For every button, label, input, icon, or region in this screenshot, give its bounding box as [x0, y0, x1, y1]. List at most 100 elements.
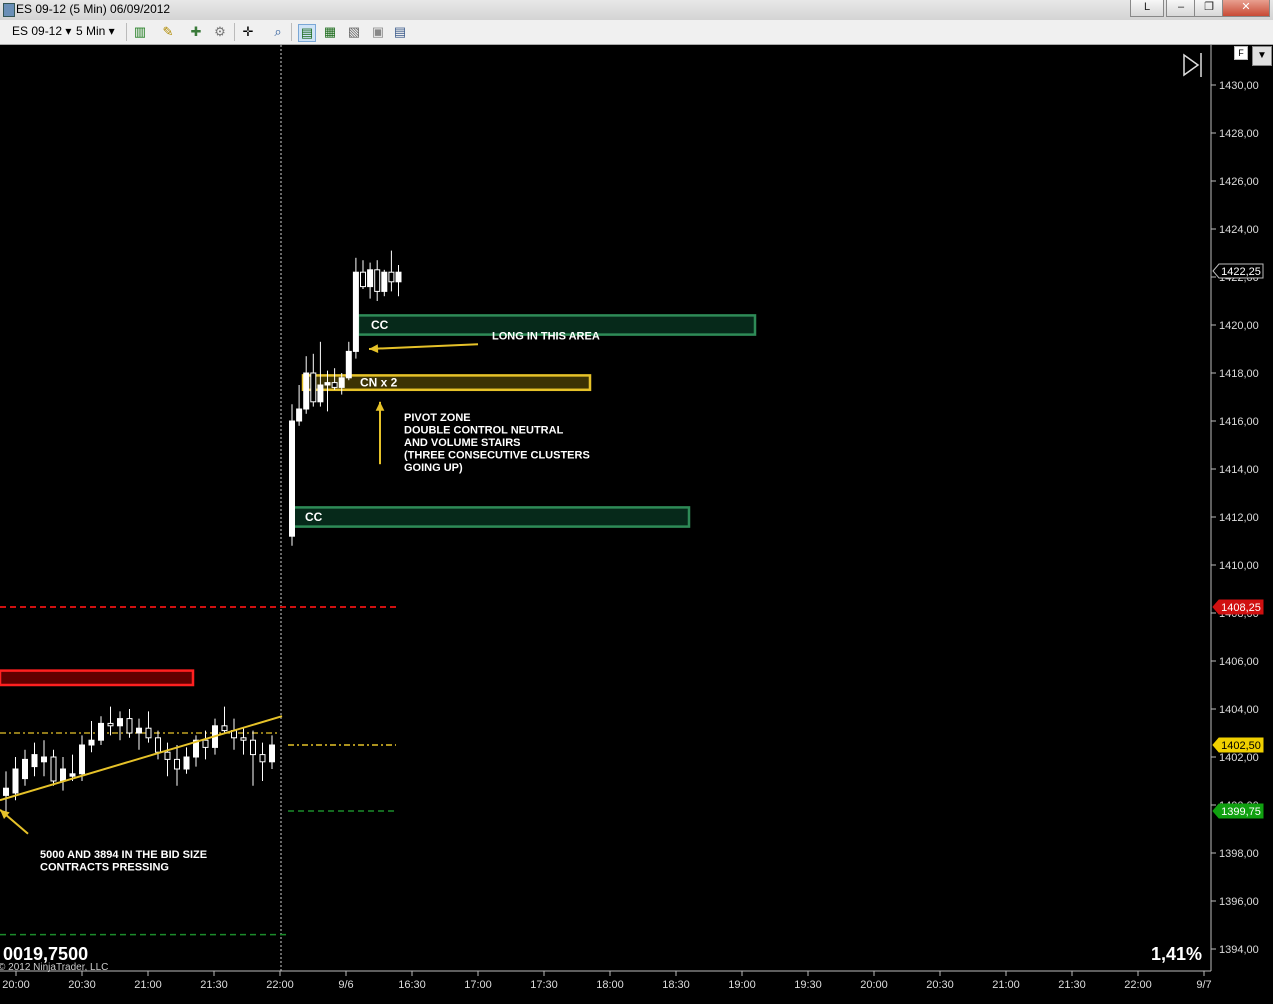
- footer-right-value: 1,41%: [1151, 944, 1202, 964]
- order-panel-icon[interactable]: ▤: [298, 24, 316, 42]
- interval-label: 5 Min: [76, 24, 106, 38]
- chevron-down-icon[interactable]: ▼: [1252, 46, 1272, 66]
- candle-body: [324, 382, 331, 386]
- crosshair-icon[interactable]: ✛: [240, 24, 256, 40]
- x-tick-label: 18:30: [662, 979, 690, 991]
- x-tick-label: 17:00: [464, 979, 492, 991]
- x-tick-label: 20:00: [2, 979, 30, 991]
- minimize-button[interactable]: –: [1166, 0, 1196, 17]
- candle-body: [310, 372, 317, 403]
- candle-body: [88, 739, 95, 746]
- candle-body: [240, 737, 247, 741]
- candle-body: [338, 377, 345, 388]
- instrument-label: ES 09-12: [12, 24, 63, 38]
- annotation-text: DOUBLE CONTROL NEUTRAL: [404, 425, 564, 437]
- footer-left-value: 0019,7500: [3, 944, 88, 964]
- y-tick-label: 1394,00: [1219, 944, 1259, 956]
- strategy-icon[interactable]: ⚙: [212, 24, 228, 40]
- chart-canvas: 1430,001428,001426,001424,001422,001420,…: [0, 45, 1273, 999]
- candle-body: [259, 754, 266, 763]
- x-tick-label: 16:30: [398, 979, 426, 991]
- annotation-text: 5000 AND 3894 IN THE BID SIZE: [40, 849, 207, 861]
- y-tick-label: 1416,00: [1219, 416, 1259, 428]
- interval-selector[interactable]: 5 Min ▾: [76, 24, 115, 38]
- window-title: ES 09-12 (5 Min) 06/09/2012: [16, 2, 171, 16]
- candle-body: [117, 718, 123, 727]
- candle-body: [12, 768, 19, 794]
- candle-body: [174, 758, 180, 770]
- candle-body: [98, 722, 104, 741]
- toolbar-separator: [291, 23, 292, 41]
- y-tick-label: 1398,00: [1219, 848, 1259, 860]
- y-tick-label: 1414,00: [1219, 464, 1259, 476]
- candle-body: [3, 787, 9, 796]
- restore-button[interactable]: ❐: [1194, 0, 1224, 17]
- price-marker-label: 1402,50: [1221, 740, 1261, 752]
- templates-icon[interactable]: ▤: [392, 24, 408, 40]
- candle-body: [126, 718, 133, 734]
- candle-body: [296, 408, 303, 422]
- x-tick-label: 20:30: [68, 979, 96, 991]
- candle-body: [303, 372, 310, 410]
- x-tick-label: 21:00: [134, 979, 162, 991]
- x-tick-label: 20:30: [926, 979, 954, 991]
- candle-body: [22, 758, 28, 780]
- zoom-icon[interactable]: ⌕: [270, 24, 286, 40]
- x-tick-label: 20:00: [860, 979, 888, 991]
- candle-body: [360, 271, 366, 288]
- candle-body: [50, 756, 57, 782]
- annotation-text: AND VOLUME STAIRS: [404, 437, 521, 449]
- candle-body: [395, 271, 402, 283]
- candle-body: [155, 737, 161, 753]
- data-box-icon[interactable]: ▧: [346, 24, 362, 40]
- y-tick-label: 1426,00: [1219, 176, 1259, 188]
- link-button[interactable]: L: [1130, 0, 1164, 17]
- x-tick-label: 22:00: [1124, 979, 1152, 991]
- x-tick-label: 22:00: [266, 979, 294, 991]
- candle-body: [31, 754, 38, 768]
- candle-body: [145, 727, 152, 739]
- x-tick-label: 18:00: [596, 979, 624, 991]
- chart-toolbar: ES 09-12 ▾ 5 Min ▾ ▥ ✎ ✚ ⚙ ✛ ⌕ ▤ ▦ ▧ ▣ ▤: [0, 20, 1273, 45]
- candle-body: [202, 739, 209, 748]
- close-button[interactable]: ✕: [1222, 0, 1270, 17]
- candle-body: [69, 773, 76, 777]
- drawing-tool-icon[interactable]: ✎: [160, 24, 176, 40]
- annotation-text: CONTRACTS PRESSING: [40, 861, 169, 873]
- add-indicator-icon[interactable]: ✚: [188, 24, 204, 40]
- bar-style-icon[interactable]: ▥: [132, 24, 148, 40]
- y-tick-label: 1402,00: [1219, 752, 1259, 764]
- y-tick-label: 1396,00: [1219, 896, 1259, 908]
- toolbar-separator: [126, 23, 127, 41]
- candle-body: [289, 420, 295, 537]
- y-tick-label: 1404,00: [1219, 704, 1259, 716]
- y-tick-label: 1410,00: [1219, 560, 1259, 572]
- y-tick-label: 1412,00: [1219, 512, 1259, 524]
- candle-body: [136, 727, 142, 734]
- toolbar-separator: [234, 23, 235, 41]
- x-tick-label: 9/6: [338, 979, 353, 991]
- app-icon: [3, 3, 15, 17]
- annotation-text: GOING UP): [404, 462, 463, 474]
- print-icon[interactable]: ▣: [370, 24, 386, 40]
- cluster-zone: [0, 669, 195, 687]
- candle-body: [331, 382, 338, 388]
- x-tick-label: 17:30: [530, 979, 558, 991]
- y-tick-label: 1420,00: [1219, 320, 1259, 332]
- x-tick-label: 21:00: [992, 979, 1020, 991]
- annotation-arrow: [368, 343, 479, 350]
- candle-body: [345, 350, 352, 379]
- annotation-arrow-head: [375, 401, 385, 411]
- scale-f-icon[interactable]: F: [1234, 46, 1248, 60]
- properties-icon[interactable]: ▦: [322, 24, 338, 40]
- copyright-text: © 2012 NinjaTrader, LLC: [0, 962, 108, 973]
- price-marker-label: 1399,75: [1221, 806, 1261, 818]
- instrument-selector[interactable]: ES 09-12 ▾: [12, 24, 71, 38]
- candle-body: [107, 722, 114, 727]
- annotation-text: LONG IN THIS AREA: [492, 330, 600, 342]
- candle-body: [388, 271, 395, 283]
- candle-body: [269, 744, 275, 763]
- cluster-zone-label: CC: [305, 510, 323, 524]
- price-chart[interactable]: 1430,001428,001426,001424,001422,001420,…: [0, 45, 1273, 999]
- candle-body: [374, 269, 381, 292]
